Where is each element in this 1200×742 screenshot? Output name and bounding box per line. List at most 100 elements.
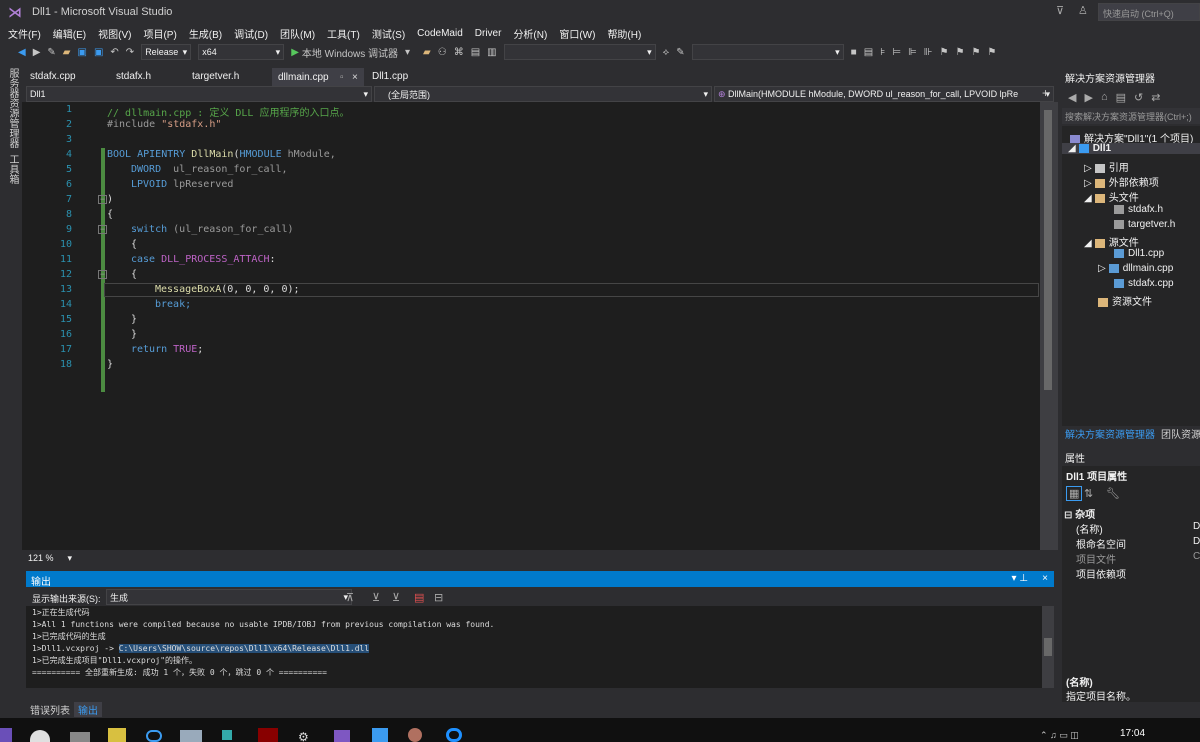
split-icon[interactable]: +	[1042, 86, 1049, 100]
quick-launch-input[interactable]: 快速启动 (Ctrl+Q)	[1098, 3, 1200, 21]
output-text[interactable]: 1>正在生成代码 1>All 1 functions were compiled…	[26, 606, 1042, 688]
prev-message-icon[interactable]: ⊻	[372, 591, 380, 604]
bookmark-clear-icon[interactable]: ⚑	[987, 47, 996, 58]
close-icon[interactable]: ×	[352, 72, 358, 83]
toolbox-tab[interactable]: 工具箱	[5, 154, 20, 184]
toolbar-icon[interactable]: ⊪	[924, 47, 933, 58]
tab-stdafx-h[interactable]: stdafx.h	[110, 68, 157, 86]
toolbar-icon[interactable]: ⚇	[438, 47, 447, 58]
menu-view[interactable]: 视图(V)	[98, 26, 131, 41]
output-scrollbar[interactable]	[1042, 606, 1054, 688]
bookmark-next-icon[interactable]: ⚑	[971, 47, 980, 58]
tray-icons[interactable]: ⌃ ♫ ▭ ◫	[1040, 730, 1079, 741]
tab-team-explorer[interactable]: 团队资源管	[1158, 426, 1200, 441]
bookmark-prev-icon[interactable]: ⚑	[955, 47, 964, 58]
app-icon[interactable]	[222, 730, 232, 740]
tab-solution-explorer[interactable]: 解决方案资源管理器	[1062, 426, 1158, 441]
property-value[interactable]: D	[1193, 521, 1200, 532]
app-icon[interactable]	[334, 730, 350, 742]
tree-item-resource-files[interactable]: 资源文件	[1098, 293, 1152, 308]
menu-build[interactable]: 生成(B)	[189, 26, 222, 41]
toolbar-icon[interactable]: ▥	[487, 47, 496, 58]
visual-studio-taskbar-icon[interactable]	[0, 728, 12, 742]
output-source-select[interactable]: 生成 ▾	[106, 589, 352, 605]
word-wrap-icon[interactable]: ⊟	[434, 591, 443, 604]
menu-help[interactable]: 帮助(H)	[607, 26, 641, 41]
code-editor[interactable]: 1 2 3 4 5 6 7 8 9 10 11 12 13 14 15 16 17 18 // dllmain.c…	[22, 102, 1058, 550]
history-icon[interactable]: ↺	[1134, 91, 1143, 104]
properties-category[interactable]: ⊟ 杂项	[1064, 506, 1095, 521]
property-value[interactable]: C	[1193, 551, 1200, 562]
switch-view-icon[interactable]: ▤	[1116, 91, 1126, 104]
property-pages-icon[interactable]: 🔧︎	[1106, 487, 1120, 500]
start-debug-icon[interactable]: ▶	[291, 47, 299, 58]
output-path-selected[interactable]: C:\Users\SHOW\source\repos\Dll1\x64\Rele…	[118, 644, 370, 653]
start-debug-button[interactable]: 本地 Windows 调试器	[302, 45, 398, 60]
menu-team[interactable]: 团队(M)	[280, 26, 315, 41]
tree-item-source-files[interactable]: ◢ 源文件	[1084, 234, 1139, 249]
menu-edit[interactable]: 编辑(E)	[53, 26, 86, 41]
tab-targetver-h[interactable]: targetver.h	[186, 68, 245, 86]
find-message-icon[interactable]: ⊼	[346, 591, 354, 604]
menu-project[interactable]: 项目(P)	[143, 26, 176, 41]
toolbar-icon[interactable]: ▤	[471, 47, 480, 58]
tab-error-list[interactable]: 错误列表	[26, 702, 74, 717]
undo-icon[interactable]: ↶	[110, 47, 118, 58]
filter-icon[interactable]: ⊽	[1056, 4, 1064, 17]
menu-driver[interactable]: Driver	[475, 28, 502, 39]
open-file-icon[interactable]: ▰	[63, 47, 71, 58]
chevron-down-icon[interactable]: ▾	[68, 553, 73, 564]
forward-icon[interactable]: ▶	[33, 47, 41, 58]
attach-icon[interactable]: ▰	[423, 47, 431, 58]
tab-dll1-cpp[interactable]: Dll1.cpp	[366, 68, 414, 86]
tree-item-file[interactable]: targetver.h	[1114, 219, 1175, 230]
platform-select[interactable]: x64 ▾	[198, 44, 285, 60]
collapse-icon[interactable]: −	[98, 225, 107, 234]
second-combo[interactable]: ▾	[691, 44, 844, 60]
menu-file[interactable]: 文件(F)	[8, 26, 41, 41]
new-project-icon[interactable]: ✎	[47, 47, 55, 58]
scope-select[interactable]: (全局范围) ▾	[374, 86, 712, 102]
next-message-icon[interactable]: ⊻	[392, 591, 400, 604]
home-icon[interactable]: ⌂	[1101, 91, 1108, 103]
tree-item-file[interactable]: ▷ dllmain.cpp	[1098, 263, 1173, 274]
tab-output[interactable]: 输出	[74, 701, 102, 717]
solution-explorer-search[interactable]: 搜索解决方案资源管理器(Ctrl+;)	[1062, 108, 1200, 124]
app-icon[interactable]	[408, 728, 422, 742]
forward-icon[interactable]: ▶	[1084, 91, 1092, 104]
feedback-icon[interactable]: ♙	[1078, 4, 1088, 17]
app-icon[interactable]	[446, 728, 462, 742]
project-select[interactable]: Dll1 ▾	[26, 86, 372, 102]
menu-codemaid[interactable]: CodeMaid	[417, 28, 463, 39]
tab-dllmain-cpp[interactable]: dllmain.cpp ▫ ×	[272, 68, 364, 86]
zoom-level[interactable]: 121 %	[28, 553, 54, 563]
toolbar-icon[interactable]: ■	[851, 47, 857, 58]
toolbar-icon[interactable]: ⊧	[880, 47, 885, 58]
toolbar-icon[interactable]: ▤	[864, 47, 873, 58]
sync-icon[interactable]: ⇄	[1151, 91, 1160, 104]
app-icon[interactable]	[146, 730, 162, 742]
member-select[interactable]: ⊕ DllMain(HMODULE hModule, DWORD ul_reas…	[714, 86, 1054, 102]
toolbar-icon[interactable]: ⊫	[908, 47, 917, 58]
tree-item-file[interactable]: stdafx.cpp	[1114, 278, 1174, 289]
close-icon[interactable]: ×	[1042, 573, 1048, 584]
tree-item-file[interactable]: stdafx.h	[1114, 204, 1163, 215]
collapse-icon[interactable]: −	[98, 195, 107, 204]
toolbar-icon[interactable]: ⌘	[454, 47, 464, 58]
menu-tools[interactable]: 工具(T)	[327, 26, 360, 41]
configuration-select[interactable]: Release ▾	[141, 44, 192, 60]
tree-item-project[interactable]: ◢ Dll1	[1062, 143, 1200, 154]
app-icon[interactable]	[372, 728, 388, 742]
app-icon[interactable]	[180, 730, 202, 742]
toolbar-icon[interactable]: ✎	[676, 47, 684, 58]
tree-item-file[interactable]: Dll1.cpp	[1114, 248, 1164, 259]
find-combo[interactable]: ▾	[503, 44, 656, 60]
save-icon[interactable]: ▣	[78, 47, 87, 58]
pin-icon[interactable]: ▾ ⊥	[1011, 573, 1028, 584]
redo-icon[interactable]: ↷	[126, 47, 134, 58]
tree-item-header-files[interactable]: ◢ 头文件	[1084, 189, 1139, 204]
settings-icon[interactable]: ⚙	[298, 730, 312, 742]
chevron-down-icon[interactable]: ▾	[405, 47, 410, 58]
editor-scroll-thumb[interactable]	[1044, 110, 1052, 390]
app-icon[interactable]	[70, 732, 90, 742]
